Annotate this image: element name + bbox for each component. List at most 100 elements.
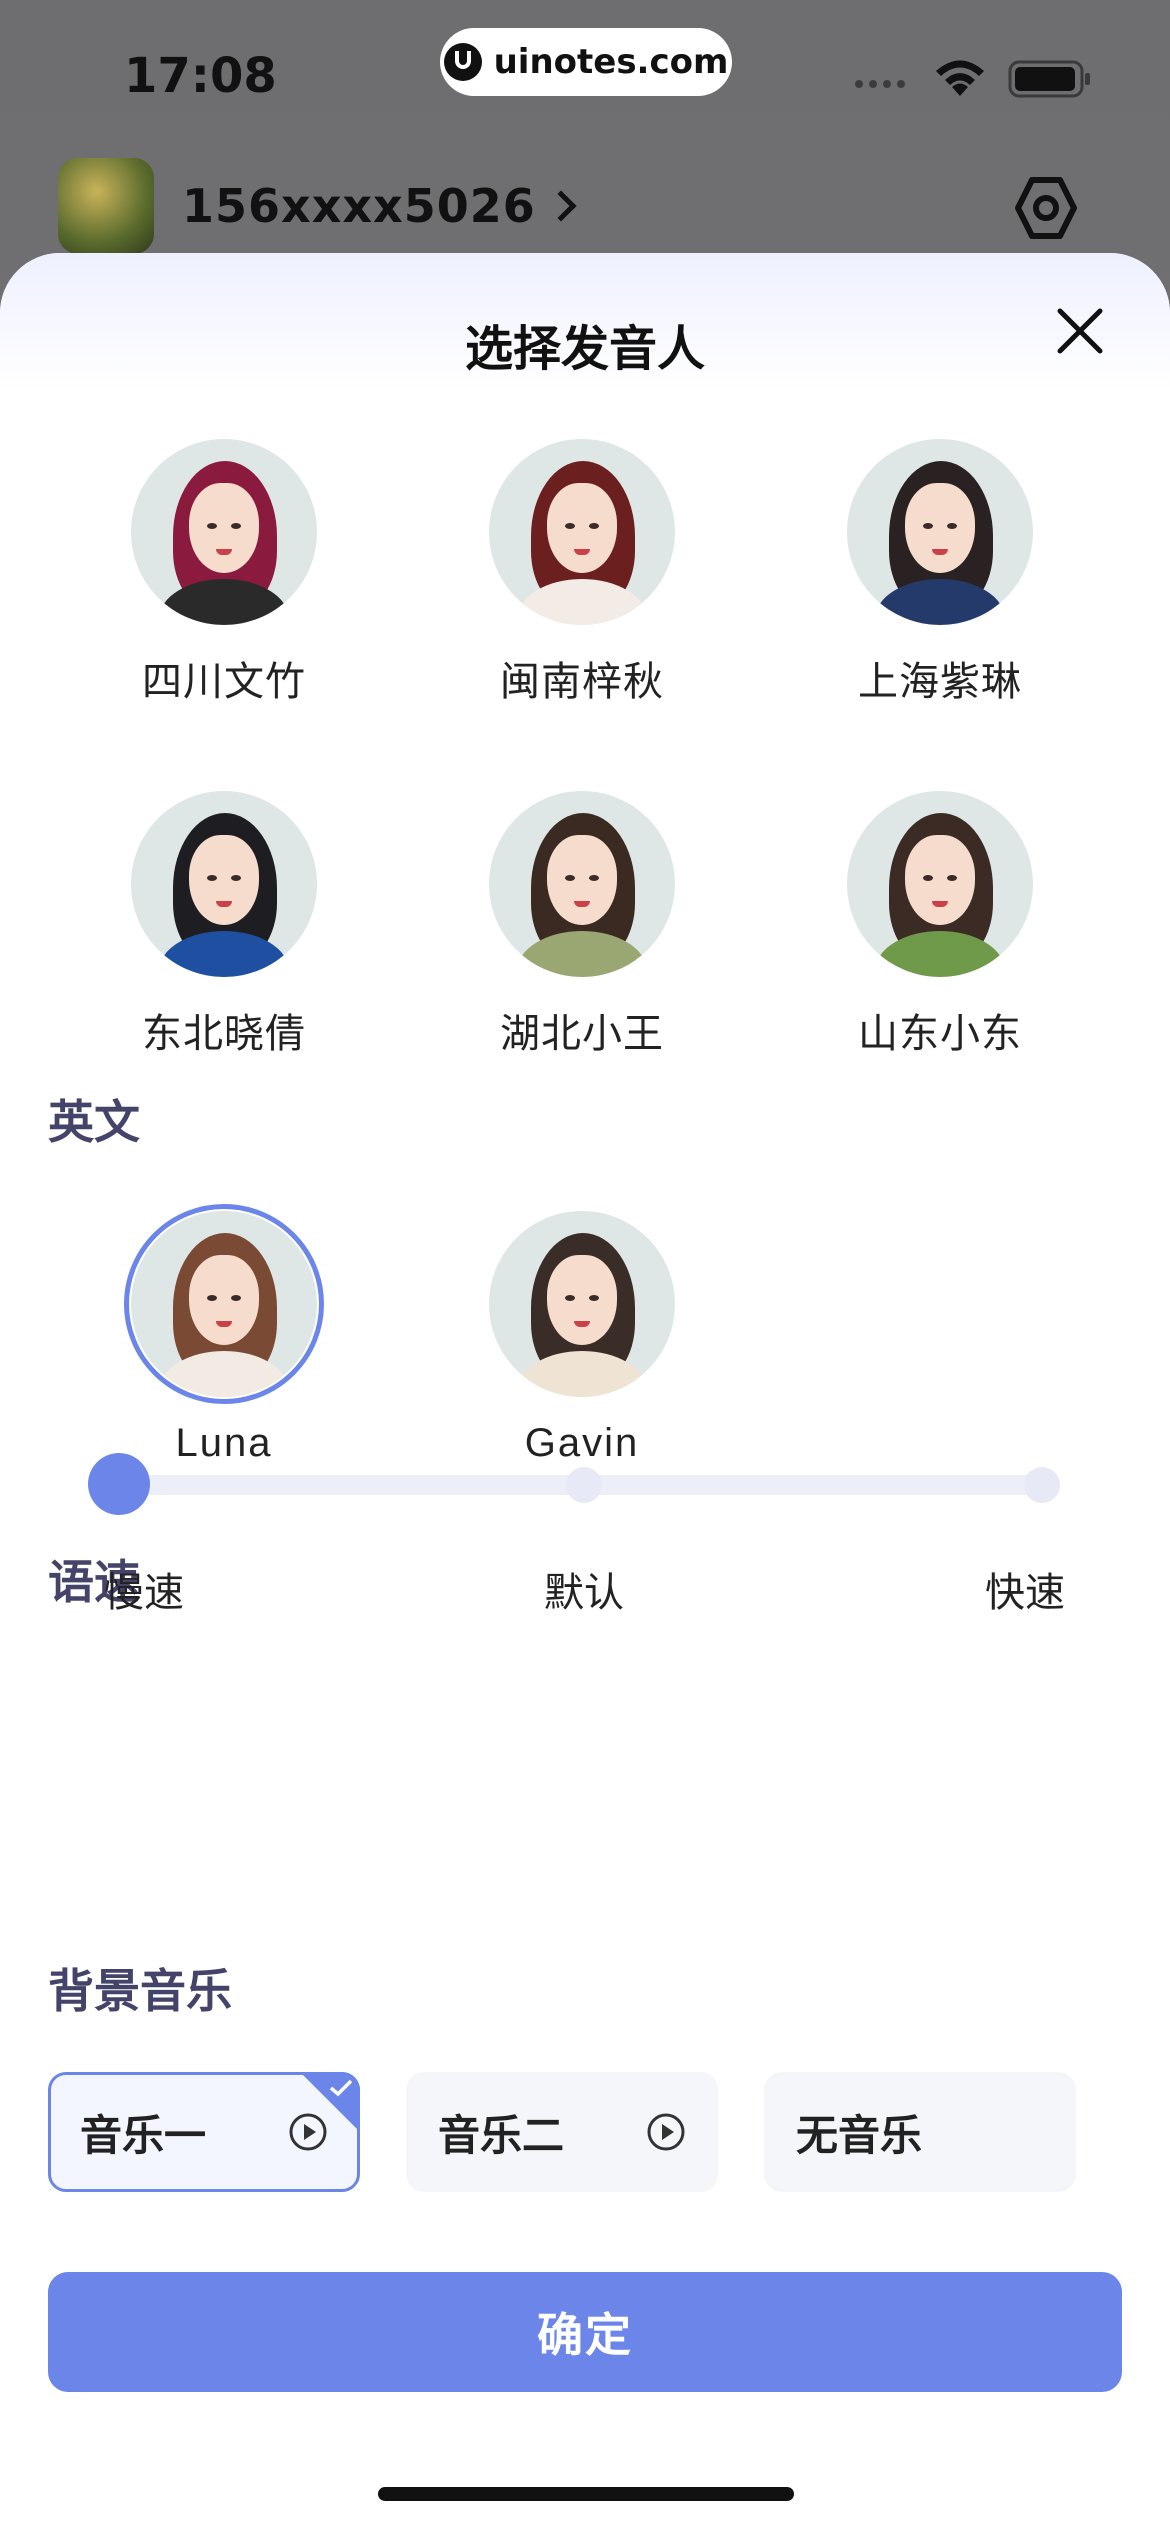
site-logo-icon (443, 43, 482, 81)
avatar-eye (947, 523, 957, 529)
confirm-button[interactable]: 确定 (48, 2272, 1122, 2392)
signal-icon (855, 80, 905, 88)
voice-avatar (124, 1204, 324, 1404)
selected-check-icon (300, 2072, 360, 2132)
voice-avatar (489, 1211, 675, 1397)
speed-stop-default[interactable] (566, 1467, 602, 1503)
english-voice-grid: Luna Gavin (45, 1204, 1125, 1466)
avatar-eye (207, 1295, 217, 1301)
voice-avatar (489, 439, 675, 625)
avatar-clothing (517, 931, 647, 977)
english-section-label: 英文 (48, 1095, 140, 1149)
avatar-eye (565, 1295, 575, 1301)
voice-name: 山东小东 (858, 1011, 1022, 1057)
avatar-face (189, 1255, 259, 1345)
avatar-eye (231, 523, 241, 529)
voice-name: 东北晓倩 (142, 1011, 306, 1057)
avatar-face (189, 835, 259, 925)
music-option-none[interactable]: 无音乐 (764, 2072, 1076, 2192)
voice-avatar (131, 439, 317, 625)
voice-option[interactable]: 东北晓倩 (45, 791, 403, 1059)
speed-label-default: 默认 (544, 1570, 624, 1616)
avatar-eye (207, 875, 217, 881)
voice-avatar (489, 791, 675, 977)
avatar-mouth (216, 1321, 232, 1327)
avatar-eye (947, 875, 957, 881)
avatar-eye (589, 523, 599, 529)
avatar-eye (565, 875, 575, 881)
music-option-2[interactable]: 音乐二 (406, 2072, 718, 2192)
voice-option[interactable]: 湖北小王 (403, 791, 761, 1059)
battery-icon (1008, 60, 1090, 98)
avatar-eye (207, 523, 217, 529)
voice-option[interactable]: 闽南梓秋 (403, 439, 761, 707)
voice-option[interactable]: 山东小东 (761, 791, 1119, 1059)
status-bar: 17:08 uinotes.com (0, 0, 1170, 150)
voice-name: Luna (175, 1421, 273, 1465)
music-options: 音乐一 音乐二 无音乐 (48, 2072, 1076, 2192)
voice-name: 四川文竹 (142, 659, 306, 705)
avatar-face (189, 483, 259, 573)
home-indicator (378, 2487, 794, 2501)
avatar-face (547, 483, 617, 573)
avatar-eye (923, 875, 933, 881)
speed-stop-fast[interactable] (1024, 1467, 1060, 1503)
chevron-right-icon (545, 190, 577, 222)
avatar-clothing (517, 1351, 647, 1397)
avatar-clothing (159, 579, 289, 625)
voice-option[interactable]: Luna (45, 1204, 403, 1466)
voice-name: 上海紫琳 (858, 659, 1022, 705)
voice-name: Gavin (524, 1421, 640, 1465)
music-option-label: 音乐二 (438, 2110, 565, 2160)
avatar-mouth (574, 549, 590, 555)
voice-name: 闽南梓秋 (500, 659, 664, 705)
avatar-face (547, 835, 617, 925)
play-icon[interactable] (646, 2112, 686, 2152)
speed-slider-thumb[interactable] (88, 1453, 150, 1515)
avatar-eye (231, 1295, 241, 1301)
music-option-label: 无音乐 (796, 2110, 923, 2160)
speed-label-slow: 慢速 (104, 1570, 184, 1616)
avatar-mouth (574, 1321, 590, 1327)
voice-option[interactable]: Gavin (403, 1211, 761, 1466)
username: 156xxxx5026 (182, 179, 536, 233)
sheet-title: 选择发音人 (464, 321, 705, 377)
avatar-eye (589, 1295, 599, 1301)
voice-option[interactable]: 四川文竹 (45, 439, 403, 707)
avatar-mouth (932, 549, 948, 555)
avatar-eye (923, 523, 933, 529)
avatar-clothing (159, 1351, 289, 1397)
voice-avatar (847, 791, 1033, 977)
user-profile-row[interactable]: 156xxxx5026 (58, 158, 577, 254)
avatar-face (905, 835, 975, 925)
url-pill: uinotes.com (440, 28, 732, 96)
avatar-eye (231, 875, 241, 881)
avatar-clothing (875, 579, 1005, 625)
voice-avatar (847, 439, 1033, 625)
settings-icon[interactable] (1014, 176, 1078, 240)
avatar-mouth (574, 901, 590, 907)
close-icon[interactable] (1052, 303, 1108, 359)
avatar-clothing (159, 931, 289, 977)
music-option-1[interactable]: 音乐一 (48, 2072, 360, 2192)
avatar-eye (565, 523, 575, 529)
voice-option[interactable]: 上海紫琳 (761, 439, 1119, 707)
music-section-label: 背景音乐 (48, 1964, 232, 2018)
avatar-mouth (216, 901, 232, 907)
avatar-eye (589, 875, 599, 881)
wifi-icon (936, 60, 984, 96)
avatar-clothing (875, 931, 1005, 977)
music-option-label: 音乐一 (80, 2110, 207, 2160)
avatar-mouth (932, 901, 948, 907)
speed-label-fast: 快速 (985, 1570, 1065, 1616)
voice-name: 湖北小王 (500, 1011, 664, 1057)
status-time: 17:08 (124, 48, 277, 104)
avatar (58, 158, 154, 254)
avatar-clothing (517, 579, 647, 625)
avatar-face (905, 483, 975, 573)
url-text: uinotes.com (493, 42, 729, 82)
avatar-face (547, 1255, 617, 1345)
avatar-mouth (216, 549, 232, 555)
voice-avatar (131, 791, 317, 977)
chinese-voice-grid: 四川文竹 闽南梓秋 上海紫琳 东北晓倩 湖北小王 山东小东 (45, 439, 1125, 1059)
